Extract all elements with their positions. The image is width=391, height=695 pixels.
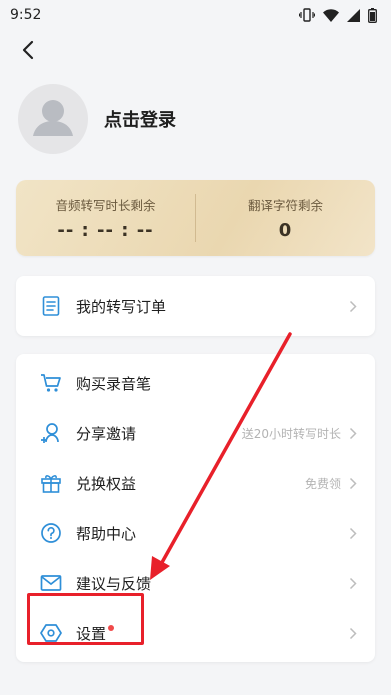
chevron-right-icon: [347, 527, 359, 539]
menu-item-redeem[interactable]: 兑换权益 免费领: [16, 458, 375, 508]
profile-header: 点击登录: [0, 70, 391, 160]
signal-icon: [347, 8, 360, 22]
wifi-icon: [323, 8, 339, 22]
chevron-left-icon: [22, 40, 34, 60]
my-orders-label: 我的转写订单: [76, 297, 167, 316]
orders-card: 我的转写订单: [16, 276, 375, 336]
transcription-quota-value: -- : -- : --: [57, 220, 154, 241]
settings-hexagon-icon: [40, 622, 62, 644]
chevron-right-icon: [347, 427, 359, 439]
transcription-quota[interactable]: 音频转写时长剩余 -- : -- : --: [16, 195, 195, 241]
menu-item-feedback[interactable]: 建议与反馈: [16, 558, 375, 608]
gift-icon: [40, 472, 62, 494]
mail-icon: [40, 572, 62, 594]
menu-item-settings[interactable]: 设置: [16, 608, 375, 658]
menu-item-label: 设置: [76, 624, 107, 643]
menu-item-hint: 免费领: [304, 476, 341, 491]
help-icon: [40, 522, 62, 544]
notification-dot: [108, 624, 115, 631]
login-link[interactable]: 点击登录: [104, 106, 176, 132]
menu-item-hint: 送20小时转写时长: [241, 426, 341, 441]
menu-item-buy-recorder[interactable]: 购买录音笔: [16, 358, 375, 408]
my-orders-item[interactable]: 我的转写订单: [16, 276, 375, 336]
menu-item-label-wrap: 设置: [76, 623, 347, 644]
translation-quota-value: 0: [278, 220, 293, 241]
chevron-right-icon: [347, 627, 359, 639]
translation-quota-label: 翻译字符剩余: [247, 198, 323, 213]
menu-item-label: 购买录音笔: [76, 374, 152, 393]
top-bar: [0, 30, 391, 70]
back-button[interactable]: [16, 38, 40, 62]
status-bar: 9:52: [0, 0, 391, 30]
vibrate-icon: [299, 8, 315, 22]
menu-item-label: 帮助中心: [76, 524, 137, 543]
chevron-right-icon: [347, 300, 359, 312]
status-icons: [299, 7, 377, 23]
avatar[interactable]: [18, 84, 88, 154]
chevron-right-icon: [347, 577, 359, 589]
share-person-icon: [40, 422, 62, 444]
cart-icon: [40, 372, 62, 394]
document-list-icon: [40, 295, 62, 317]
menu-item-label: 分享邀请: [76, 424, 137, 443]
menu-card: 购买录音笔 分享邀请 送20小时转写时长 兑换权益 免费领 帮助中心 建议与反馈…: [16, 354, 375, 662]
default-avatar-icon: [33, 100, 73, 136]
quota-card: 音频转写时长剩余 -- : -- : -- 翻译字符剩余 0: [16, 180, 375, 256]
menu-item-label: 建议与反馈: [76, 574, 152, 593]
chevron-right-icon: [347, 477, 359, 489]
transcription-quota-label: 音频转写时长剩余: [55, 198, 156, 213]
battery-icon: [368, 7, 377, 23]
menu-item-label: 兑换权益: [76, 474, 137, 493]
menu-item-help[interactable]: 帮助中心: [16, 508, 375, 558]
translation-quota[interactable]: 翻译字符剩余 0: [196, 195, 375, 241]
status-time: 9:52: [10, 7, 42, 23]
menu-item-share-invite[interactable]: 分享邀请 送20小时转写时长: [16, 408, 375, 458]
